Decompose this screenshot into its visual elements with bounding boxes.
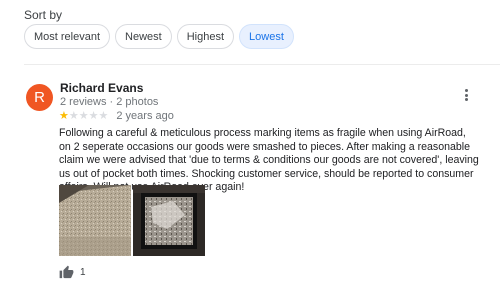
photo-2-image [133,185,205,256]
like-button[interactable]: 1 [59,265,86,280]
more-vert-icon[interactable] [458,86,474,104]
sort-label: Sort by [24,8,63,22]
star-icon: ★ [59,110,69,122]
sort-chip-most-relevant[interactable]: Most relevant [24,24,111,49]
sort-chip-highest[interactable]: Highest [176,24,235,49]
review-date: 2 years ago [116,110,174,122]
rating-row: ★★★★★ 2 years ago [59,110,174,122]
sort-chip-lowest[interactable]: Lowest [239,24,294,49]
star-rating: ★★★★★ [59,110,108,122]
avatar[interactable]: R [26,84,53,111]
sort-chips: Most relevant Newest Highest Lowest [24,24,294,49]
reviewer-name[interactable]: Richard Evans [60,81,143,95]
star-icon: ★ [98,110,109,122]
star-icon: ★ [68,110,79,122]
like-count: 1 [80,267,86,278]
reviewer-meta: 2 reviews · 2 photos [60,96,159,108]
review-photo-2[interactable] [133,185,205,256]
review-photo-1[interactable] [59,185,131,256]
thumb-up-icon [59,265,74,279]
divider [24,64,500,65]
sort-chip-newest[interactable]: Newest [115,24,172,49]
photo-1-image [59,185,131,256]
star-icon: ★ [78,110,89,122]
star-icon: ★ [88,110,99,122]
